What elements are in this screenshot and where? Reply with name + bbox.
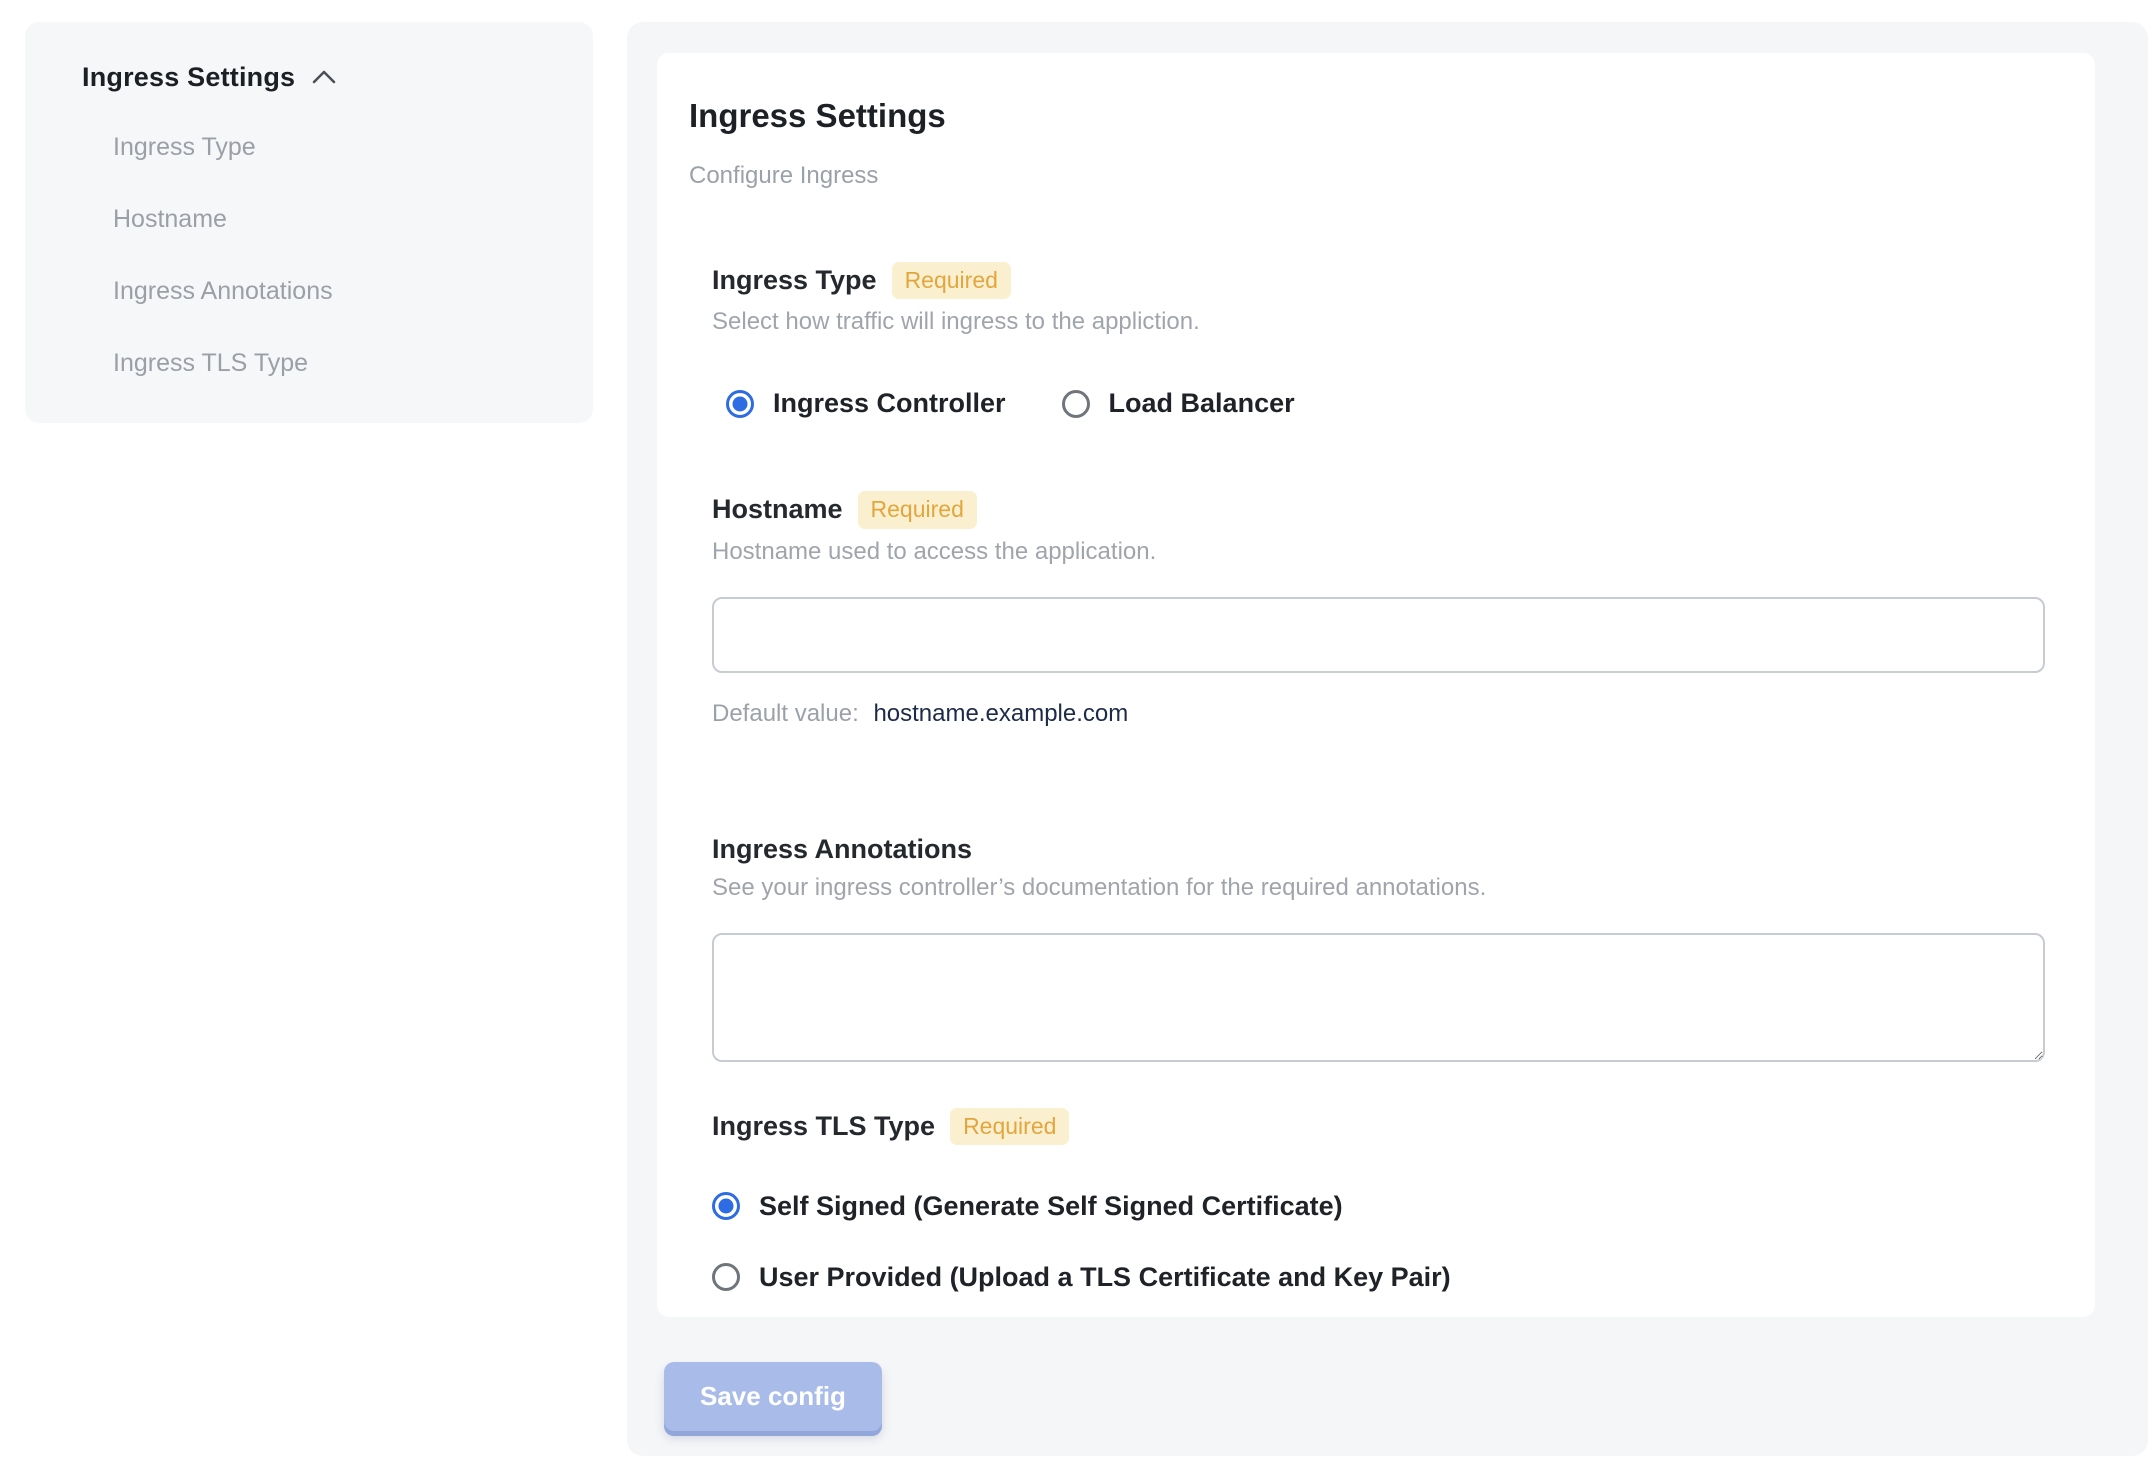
radio-option-load-balancer[interactable]: Load Balancer [1061,388,1295,419]
hostname-default-line: Default value: hostname.example.com [712,700,2045,728]
default-value-text: hostname.example.com [873,699,1129,727]
sidebar-item-ingress-type[interactable]: Ingress Type [113,133,553,162]
required-badge: Required [891,262,1011,300]
sidebar-item-ingress-tls-type[interactable]: Ingress TLS Type [113,349,553,378]
radio-label-load-balancer: Load Balancer [1108,388,1295,419]
required-badge: Required [950,1107,1070,1145]
radio-option-self-signed[interactable]: Self Signed (Generate Self Signed Certif… [712,1191,2045,1222]
sidebar-group-ingress-settings[interactable]: Ingress Settings [82,62,553,93]
page-subtitle: Configure Ingress [689,162,879,189]
ingress-annotations-textarea[interactable] [712,932,2045,1062]
radio-label-user-provided: User Provided (Upload a TLS Certificate … [759,1261,1451,1292]
radio-user-provided[interactable] [712,1263,740,1292]
required-badge: Required [857,491,977,529]
sidebar-item-list: Ingress Type Hostname Ingress Annotation… [113,133,553,378]
sidebar: Ingress Settings Ingress Type Hostname I… [25,22,593,423]
hostname-input[interactable] [712,596,2045,673]
save-config-button[interactable]: Save config [664,1362,882,1431]
hostname-label: Hostname [712,494,843,525]
default-value-prefix: Default value: [712,699,859,727]
radio-option-user-provided[interactable]: User Provided (Upload a TLS Certificate … [712,1262,2045,1293]
main-panel: Ingress Settings Configure Ingress Ingre… [627,22,2148,1456]
section-ingress-type: Ingress Type Required Select how traffic… [712,262,2045,419]
page-title: Ingress Settings [689,97,946,134]
ingress-type-label: Ingress Type [712,265,877,296]
radio-load-balancer[interactable] [1061,389,1090,418]
radio-ingress-controller[interactable] [726,389,754,418]
ingress-annotations-help: See your ingress controller’s documentat… [712,873,1487,901]
sidebar-item-ingress-annotations[interactable]: Ingress Annotations [113,277,553,306]
ingress-type-radio-group: Ingress Controller Load Balancer [726,388,2045,419]
chevron-up-icon [309,63,339,93]
sidebar-item-hostname[interactable]: Hostname [113,205,553,234]
tls-radio-group: Self Signed (Generate Self Signed Certif… [712,1191,2045,1293]
ingress-settings-card: Ingress Settings Configure Ingress Ingre… [657,53,2095,1317]
radio-self-signed[interactable] [712,1192,740,1221]
section-ingress-tls-type: Ingress TLS Type Required Self Signed (G… [712,1107,2045,1293]
radio-label-ingress-controller: Ingress Controller [773,388,1006,419]
page: Ingress Settings Ingress Type Hostname I… [0,0,2156,1474]
hostname-help: Hostname used to access the application. [712,537,1157,565]
ingress-tls-type-label: Ingress TLS Type [712,1110,936,1141]
section-hostname: Hostname Required Hostname used to acces… [712,491,2045,727]
radio-label-self-signed: Self Signed (Generate Self Signed Certif… [759,1190,1343,1221]
section-ingress-annotations: Ingress Annotations See your ingress con… [712,834,2045,1062]
radio-option-ingress-controller[interactable]: Ingress Controller [726,388,1006,419]
ingress-type-help: Select how traffic will ingress to the a… [712,308,1200,336]
sidebar-group-label: Ingress Settings [82,62,296,92]
ingress-annotations-label: Ingress Annotations [712,833,973,864]
